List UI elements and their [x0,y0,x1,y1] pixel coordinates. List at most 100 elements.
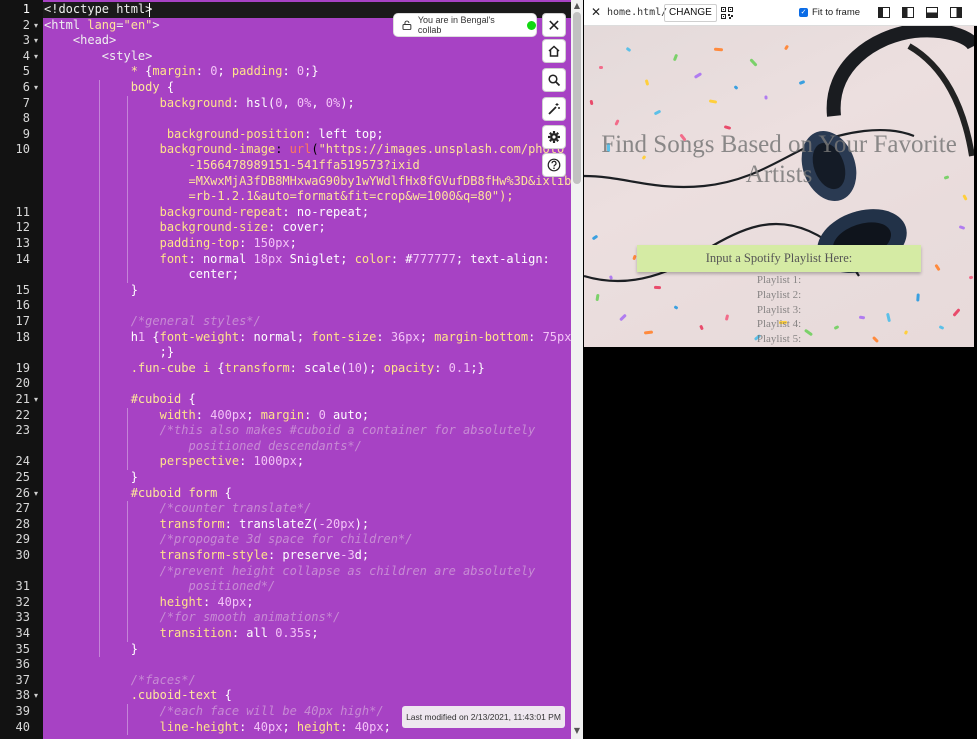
code-line[interactable]: h1 {font-weight: normal; font-size: 36px… [44,330,571,346]
fold-arrow-icon[interactable]: ▾ [34,395,38,404]
settings-button[interactable] [543,126,565,148]
line-number: 21 [15,392,30,406]
code-line[interactable]: background-size: cover; [44,220,326,236]
scroll-thumb[interactable] [573,12,581,184]
indent-guide [99,80,100,658]
code-line[interactable]: /*general styles*/ [44,314,261,330]
code-line[interactable]: .fun-cube i {transform: scale(10); opaci… [44,361,485,377]
code-line[interactable]: =MXwxMjA3fDB8MHxwaG90by1wYWdlfHx8fGVufDB… [44,174,571,190]
code-line[interactable]: perspective: 1000px; [44,454,305,470]
line-number: 6 [22,80,30,94]
preview-heading: Find Songs Based on Your Favorite Artist… [601,131,957,188]
code-line[interactable]: /*faces*/ [44,673,196,689]
code-line[interactable]: background: hsl(0, 0%, 0%); [44,96,355,112]
text-cursor [149,3,150,17]
line-number: 36 [15,657,30,672]
code-line[interactable]: /*for smooth animations*/ [44,610,341,626]
collab-text: You are in Bengal's collab [417,15,495,35]
code-line[interactable]: } [44,642,138,658]
home-icon [548,45,560,57]
indent-guide [127,704,128,736]
code-line[interactable]: line-height: 40px; height: 40px; [44,720,391,736]
line-number: 7 [22,95,30,110]
playlist-item: Playlist 4: [756,318,802,331]
code-line[interactable]: /*this also makes #cuboid a container fo… [44,423,536,439]
layout-right-icon[interactable] [950,7,962,18]
line-number: 39 [15,704,30,718]
preview-frame[interactable]: Find Songs Based on Your Favorite Artist… [584,26,974,347]
close-preview-icon[interactable]: ✕ [591,5,601,19]
layout-bottom-icon[interactable] [926,7,938,18]
code-line[interactable]: center; [44,267,239,283]
code-line[interactable]: /*counter translate*/ [44,501,312,517]
code-line[interactable]: transform-style: preserve-3d; [44,548,370,564]
fold-arrow-icon[interactable]: ▾ [34,83,38,92]
code-line[interactable]: background-repeat: no-repeat; [44,205,370,221]
help-button[interactable] [543,154,565,176]
code-line[interactable]: transform: translateZ(-20px); [44,517,370,533]
line-number: 25 [15,470,30,484]
search-button[interactable] [543,69,565,91]
line-number: 15 [15,282,30,297]
change-file-button[interactable]: CHANGE [664,4,717,22]
indent-guide [127,501,128,642]
code-line[interactable]: transition: all 0.35s; [44,626,319,642]
code-line[interactable]: -1566478989151-541ffa519573?ixid [44,158,419,174]
scroll-up-arrow-icon[interactable]: ▲ [573,2,581,10]
code-line[interactable]: height: 40px; [44,595,254,611]
code-line[interactable]: background-position: left top; [44,127,384,143]
code-line[interactable]: <head> [44,33,116,49]
code-line[interactable]: positioned*/ [44,579,275,595]
code-line[interactable]: #cuboid form { [44,486,232,502]
code-line[interactable]: ;} [44,345,174,361]
search-icon [548,74,561,87]
indent-guide [127,407,128,470]
fit-to-frame-toggle[interactable]: ✓ Fit to frame [799,7,860,18]
fold-arrow-icon[interactable]: ▾ [34,36,38,45]
preview-toolbar: ✕ home.html/ CHANGE ✓ Fit to frame [584,0,977,26]
fold-arrow-icon[interactable]: ▾ [34,691,38,700]
help-icon [547,158,561,172]
preview-file-path: home.html/ [607,7,668,18]
line-number: 33 [15,610,30,625]
code-line[interactable]: <style> [44,49,153,65]
code-line[interactable]: /*each face will be 40px high*/ [44,704,384,720]
code-line[interactable]: font: normal 18px Sniglet; color: #77777… [44,252,550,268]
qr-code-icon[interactable] [721,7,733,19]
playlist-input-box[interactable]: Input a Spotify Playlist Here: [637,245,921,272]
layout-left-icon[interactable] [902,7,914,18]
code-line[interactable]: padding-top: 150px; [44,236,297,252]
last-modified-label: Last modified on 2/13/2021, 11:43:01 PM [402,706,565,728]
fold-arrow-icon[interactable]: ▾ [34,21,38,30]
code-editor[interactable]: 1 2 ▾ 3 ▾ 4 ▾ 5 6 ▾ 7 8 9 10 11 12 13 14 15 16 17 18 19 20 21 ▾ 22… [0,0,571,739]
home-button[interactable] [543,40,565,62]
code-line[interactable]: background-image: url("https://images.un… [44,142,565,158]
code-line[interactable]: <html lang="en"> [44,18,160,34]
code-line[interactable]: /*prevent height collapse as children ar… [44,564,536,580]
gear-icon [548,131,560,143]
collab-status-pill[interactable]: You are in Bengal's collab [394,14,537,36]
editor-scrollbar[interactable]: ▲ ▼ [571,0,583,739]
code-line[interactable]: =rb-1.2.1&auto=format&fit=crop&w=1000&q=… [44,189,513,205]
close-button[interactable]: ✕ [543,14,565,36]
fold-arrow-icon[interactable]: ▾ [34,489,38,498]
code-line[interactable]: body { [44,80,174,96]
line-number: 20 [15,376,30,391]
checkbox-checked-icon[interactable]: ✓ [799,8,808,17]
code-line[interactable]: positioned descendants*/ [44,439,361,455]
code-line[interactable]: * {margin: 0; padding: 0;} [44,64,319,80]
code-line[interactable]: } [44,470,138,486]
line-number: 3 [22,33,30,48]
code-line[interactable]: width: 400px; margin: 0 auto; [44,408,370,424]
line-number: 5 [22,64,30,79]
playlist-item: Playlist 1: [756,274,802,286]
code-line[interactable]: #cuboid { [44,392,196,408]
layout-overlay-icon[interactable] [878,7,890,18]
code-line[interactable]: } [44,283,138,299]
magic-wand-button[interactable] [543,98,565,120]
scroll-down-arrow-icon[interactable]: ▼ [573,727,581,735]
fold-arrow-icon[interactable]: ▾ [34,52,38,61]
code-line[interactable]: <!doctype html> [44,2,152,18]
line-number: 10 [15,142,30,157]
code-line[interactable]: .cuboid-text { [44,688,232,704]
